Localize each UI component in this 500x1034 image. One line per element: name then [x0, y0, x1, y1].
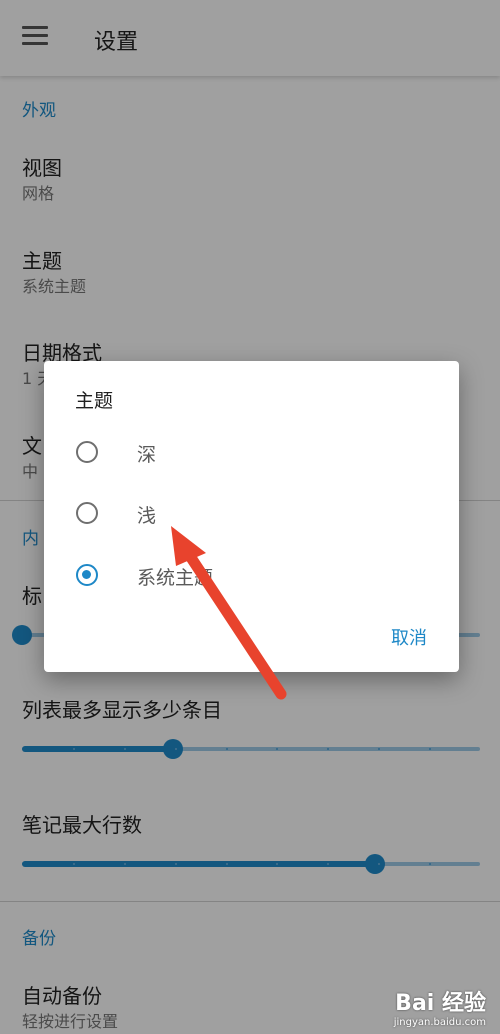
watermark: Bai 经验 jingyan.baidu.com — [394, 985, 486, 1028]
watermark-url: jingyan.baidu.com — [393, 1017, 486, 1028]
radio-button[interactable] — [76, 441, 98, 463]
cancel-button[interactable]: 取消 — [391, 624, 427, 650]
watermark-logo: Bai 经验 — [395, 991, 486, 1016]
radio-button[interactable] — [76, 564, 98, 586]
radio-button[interactable] — [76, 502, 98, 524]
theme-option-system[interactable]: 系统主题 — [74, 557, 414, 597]
option-label: 浅 — [137, 505, 157, 527]
dialog-title: 主题 — [75, 390, 114, 412]
theme-dialog: 主题 深 浅 系统主题 取消 — [44, 361, 459, 672]
theme-option-light[interactable]: 浅 — [74, 495, 414, 535]
theme-option-dark[interactable]: 深 — [74, 434, 414, 474]
option-label: 深 — [137, 444, 157, 466]
option-label: 系统主题 — [137, 567, 214, 589]
